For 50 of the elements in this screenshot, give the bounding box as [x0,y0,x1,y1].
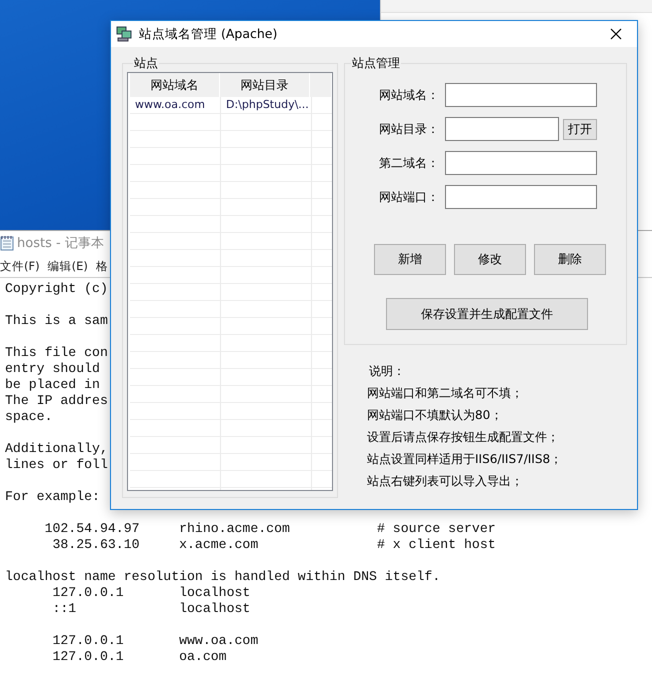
text-line: 127.0.0.1 www.oa.com [51,633,258,649]
text-line: 127.0.0.1 oa.com [51,649,227,665]
table-cell[interactable]: www.oa.com [130,97,221,113]
action-button[interactable]: 删除 [534,244,606,275]
column-header[interactable]: 网站域名 [130,73,220,97]
input-field[interactable] [445,83,597,107]
note-text: 网站端口不填默认为80； [367,407,504,424]
action-button[interactable]: 新增 [374,244,446,275]
window-title: hosts - 记事本 [17,235,104,252]
save-button[interactable]: 保存设置并生成配置文件 [386,298,588,330]
text-line: localhost name resolution is handled within DNS itself. [5,569,440,585]
field-label: 网站目录： [378,120,440,138]
field-label: 第二域名： [378,154,440,172]
note-text: 站点设置同样适用于IIS6/IIS7/IIS8； [367,451,564,468]
notepad-icon [0,235,14,251]
group-title: 站点管理 [351,55,401,72]
group-title: 站点 [133,55,159,72]
input-field[interactable] [445,151,597,175]
input-field[interactable] [445,185,597,209]
text-line: space. [5,409,52,425]
input-field[interactable] [445,117,559,141]
text-line: For example: [5,489,100,505]
close-icon [610,28,622,40]
text-line: 102.54.94.97 rhino.acme.com # source server [44,521,496,537]
menu-item[interactable]: 编辑(E) [48,258,88,274]
text-line: be placed in [5,377,100,393]
window-title: 站点域名管理 (Apache) [139,26,278,42]
field-label: 网站端口： [378,188,440,206]
open-button[interactable]: 打开 [563,118,597,140]
text-line: Additionally, [5,441,108,457]
text-line: ::1 localhost [51,601,250,617]
text-line: 38.25.63.10 x.acme.com # x client host [51,537,496,553]
note-text: 站点右键列表可以导入导出； [367,473,524,490]
note-text: 网站端口和第二域名可不填； [367,385,524,402]
menu-item[interactable]: 格 [96,258,108,274]
note-text: 设置后请点保存按钮生成配置文件； [367,429,560,446]
action-button[interactable]: 修改 [454,244,526,275]
field-label: 网站域名： [378,86,440,104]
column-header[interactable]: 网站目录 [220,73,310,97]
table-cell[interactable]: D:\phpStudy\... [221,97,312,113]
text-line: 127.0.0.1 localhost [51,585,250,601]
notes-heading: 说明： [368,363,406,380]
text-line: entry should [5,361,100,377]
menu-item[interactable]: 文件(F) [0,258,40,274]
text-line: Copyright (c) [5,281,108,297]
text-line: This is a sam [5,313,108,329]
text-line: The IP addres [5,393,108,409]
text-line: This file con [5,345,108,361]
computer-icon [116,26,132,42]
text-line: lines or foll [5,457,108,473]
